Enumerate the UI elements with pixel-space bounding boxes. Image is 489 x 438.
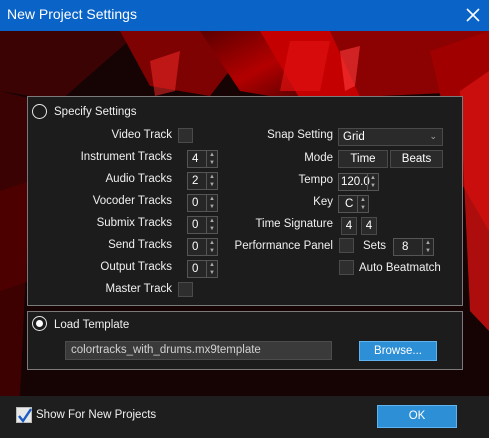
instrument-tracks-value: 4 (192, 153, 199, 165)
template-path-value: colortracks_with_drums.mx9template (71, 344, 261, 356)
load-template-radio[interactable] (32, 316, 47, 331)
stepper-arrows[interactable]: ▲ ▼ (206, 173, 217, 189)
send-tracks-stepper[interactable]: 0 ▲ ▼ (187, 238, 218, 256)
template-path-field[interactable]: colortracks_with_drums.mx9template (65, 341, 332, 360)
sets-stepper[interactable]: 8 ▲ ▼ (393, 238, 434, 256)
auto-beatmatch-label: Auto Beatmatch (359, 262, 441, 274)
specify-settings-radio[interactable] (32, 104, 47, 119)
stepper-arrows[interactable]: ▲ ▼ (357, 196, 368, 212)
vocoder-tracks-label: Vocoder Tracks (92, 195, 172, 207)
audio-tracks-label: Audio Tracks (105, 173, 172, 185)
mode-time-button[interactable]: Time (338, 150, 388, 168)
stepper-arrows[interactable]: ▲ ▼ (206, 261, 217, 277)
tempo-label: Tempo (298, 174, 333, 186)
performance-panel-label: Performance Panel (234, 240, 333, 252)
video-track-label: Video Track (111, 129, 172, 141)
key-value: C (345, 198, 354, 210)
time-signature-label: Time Signature (255, 218, 333, 230)
vocoder-tracks-value: 0 (192, 197, 199, 209)
browse-button[interactable]: Browse... (359, 341, 437, 361)
sets-value: 8 (402, 241, 409, 253)
stepper-arrows[interactable]: ▲ ▼ (206, 195, 217, 211)
output-tracks-value: 0 (192, 263, 199, 275)
master-track-label: Master Track (105, 283, 172, 295)
load-template-label: Load Template (54, 319, 130, 331)
output-tracks-stepper[interactable]: 0 ▲ ▼ (187, 260, 218, 278)
ok-button[interactable]: OK (377, 405, 457, 428)
time-signature-denominator[interactable]: 4 (361, 217, 377, 235)
output-tracks-label: Output Tracks (100, 261, 172, 273)
audio-tracks-stepper[interactable]: 2 ▲ ▼ (187, 172, 218, 190)
tempo-stepper[interactable]: 120.0 ▲ ▼ (338, 173, 379, 191)
mode-beats-button[interactable]: Beats (390, 150, 443, 168)
video-track-checkbox[interactable] (178, 128, 193, 143)
snap-setting-dropdown[interactable]: Grid ⌄ (338, 128, 443, 146)
stepper-arrows[interactable]: ▲ ▼ (206, 217, 217, 233)
vocoder-tracks-stepper[interactable]: 0 ▲ ▼ (187, 194, 218, 212)
send-tracks-label: Send Tracks (108, 239, 172, 251)
mode-label: Mode (304, 152, 333, 164)
specify-settings-label: Specify Settings (54, 106, 137, 118)
sets-label: Sets (363, 240, 387, 252)
submix-tracks-stepper[interactable]: 0 ▲ ▼ (187, 216, 218, 234)
tempo-value: 120.0 (341, 176, 370, 188)
audio-tracks-value: 2 (192, 175, 199, 187)
show-for-new-projects-label: Show For New Projects (36, 409, 157, 421)
time-signature-numerator[interactable]: 4 (341, 217, 357, 235)
stepper-arrows[interactable]: ▲ ▼ (206, 151, 217, 167)
instrument-tracks-label: Instrument Tracks (80, 151, 172, 163)
show-for-new-projects-checkbox[interactable] (16, 407, 32, 424)
title-bar: New Project Settings (0, 0, 489, 31)
stepper-arrows[interactable]: ▲ ▼ (206, 239, 217, 255)
snap-setting-label: Snap Setting (267, 129, 333, 141)
auto-beatmatch-checkbox[interactable] (339, 260, 354, 275)
master-track-checkbox[interactable] (178, 282, 193, 297)
performance-panel-checkbox[interactable] (339, 238, 354, 253)
snap-setting-value: Grid (343, 131, 365, 143)
key-stepper[interactable]: C ▲ ▼ (338, 195, 369, 213)
stepper-arrows[interactable]: ▲ ▼ (367, 174, 378, 190)
window-title: New Project Settings (7, 6, 137, 22)
checkmark-icon (18, 408, 32, 424)
key-label: Key (313, 196, 333, 208)
instrument-tracks-stepper[interactable]: 4 ▲ ▼ (187, 150, 218, 168)
submix-tracks-value: 0 (192, 219, 199, 231)
send-tracks-value: 0 (192, 241, 199, 253)
close-icon[interactable] (463, 5, 483, 25)
chevron-down-icon: ⌄ (429, 131, 437, 141)
submix-tracks-label: Submix Tracks (96, 217, 172, 229)
stepper-arrows[interactable]: ▲ ▼ (422, 239, 433, 255)
